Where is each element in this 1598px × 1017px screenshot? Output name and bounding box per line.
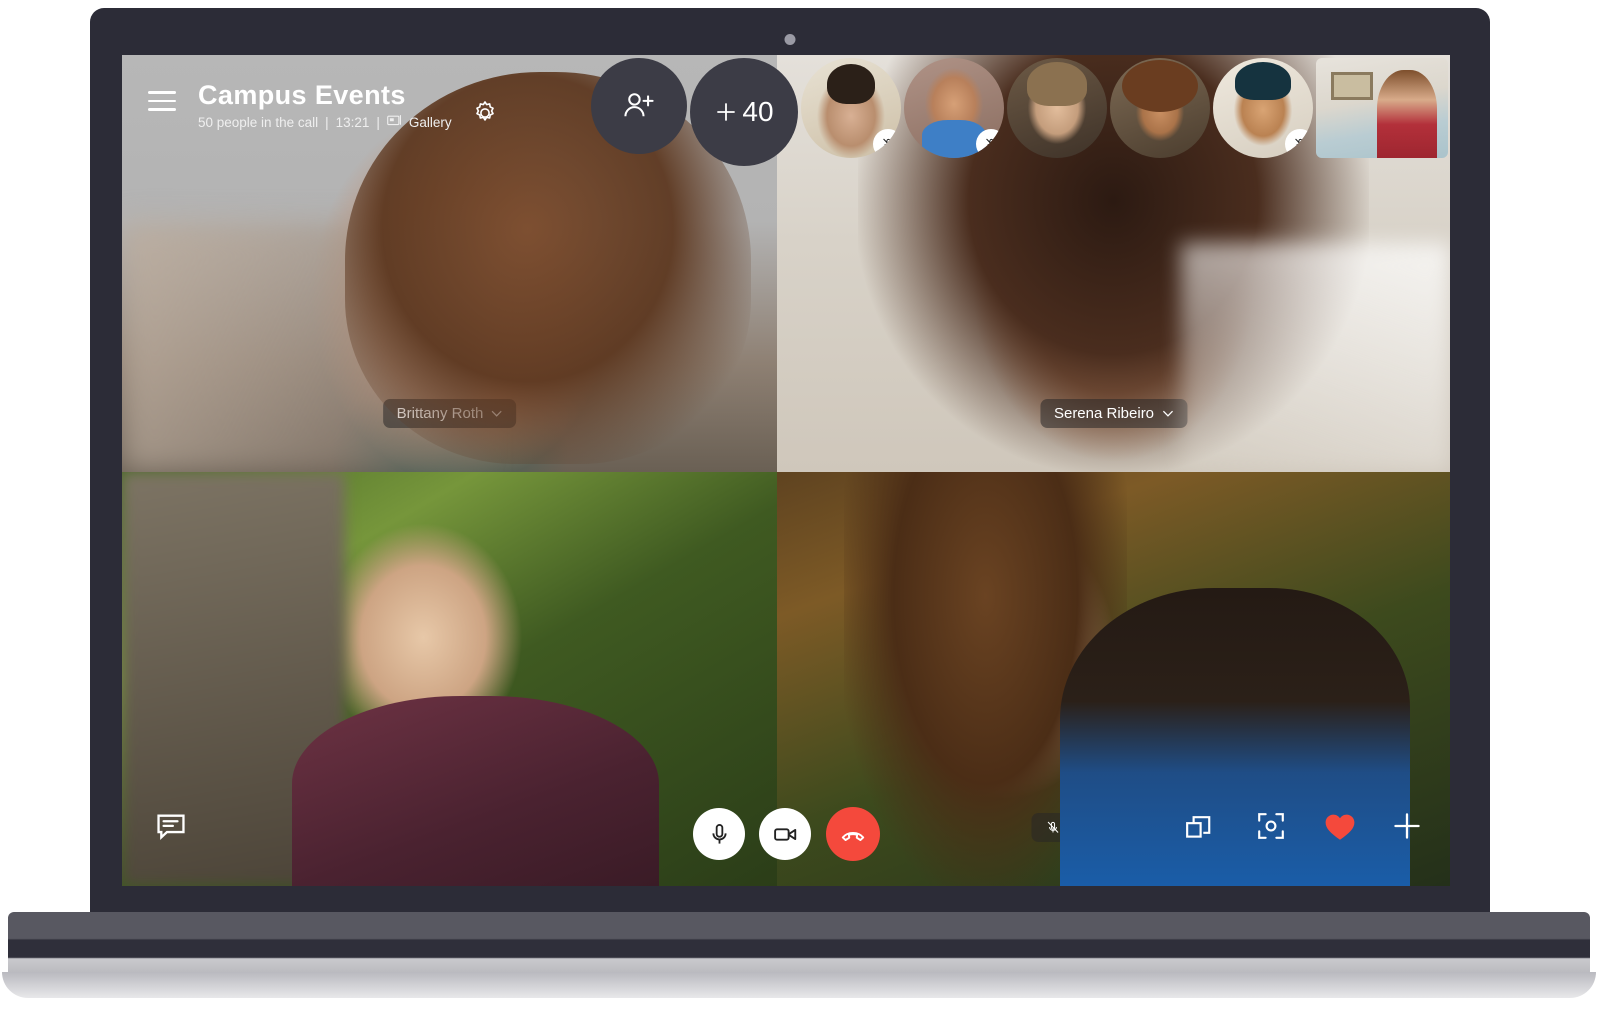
participant-thumbnail-3[interactable] bbox=[1007, 58, 1107, 158]
chat-button[interactable] bbox=[156, 812, 186, 842]
call-controls-bar bbox=[122, 806, 1450, 862]
laptop-foot bbox=[2, 972, 1596, 998]
overflow-participants-button[interactable]: 40 bbox=[690, 58, 798, 166]
screen-share-button[interactable] bbox=[1185, 814, 1213, 842]
camera-button[interactable] bbox=[759, 808, 811, 860]
video-camera-icon bbox=[773, 827, 796, 841]
video-grid: Brittany Roth Serena Ribeiro Aaron Buxto… bbox=[122, 55, 1450, 886]
screen-share-icon bbox=[1186, 816, 1211, 838]
add-person-button[interactable] bbox=[591, 58, 687, 154]
more-options-button[interactable] bbox=[1392, 811, 1422, 841]
microphone-icon bbox=[711, 823, 727, 844]
end-call-button[interactable] bbox=[826, 807, 880, 861]
participant-name: Brittany Roth bbox=[396, 405, 484, 422]
call-subtitle: 50 people in the call | 13:21 | Gallery bbox=[198, 114, 452, 130]
muted-mic-badge bbox=[1285, 129, 1313, 158]
snapshot-capture-icon bbox=[1258, 813, 1284, 839]
chat-bubble-icon bbox=[157, 814, 185, 841]
heart-reaction-icon bbox=[1325, 814, 1355, 840]
participant-thumbnail-4[interactable] bbox=[1110, 58, 1210, 158]
screenshot-root: Brittany Roth Serena Ribeiro Aaron Buxto… bbox=[0, 0, 1598, 1017]
name-chip-brittany[interactable]: Brittany Roth bbox=[382, 399, 517, 428]
participant-thumbnail-2[interactable] bbox=[904, 58, 1004, 158]
webcam-icon bbox=[784, 34, 796, 45]
chevron-down-icon[interactable] bbox=[491, 408, 502, 419]
chevron-down-icon[interactable] bbox=[1162, 408, 1173, 419]
overflow-count-label: 40 bbox=[742, 96, 774, 127]
page-title: Campus Events bbox=[198, 80, 406, 110]
snapshot-button[interactable] bbox=[1256, 811, 1286, 841]
subtitle-separator-1: | bbox=[325, 114, 329, 130]
name-chip-serena[interactable]: Serena Ribeiro bbox=[1039, 399, 1188, 428]
muted-mic-badge bbox=[976, 129, 1004, 158]
people-count-label: 50 people in the call bbox=[198, 114, 319, 130]
plus-icon bbox=[717, 103, 736, 121]
reaction-button[interactable] bbox=[1324, 812, 1356, 842]
subtitle-separator-2: | bbox=[376, 114, 380, 130]
call-duration: 13:21 bbox=[335, 114, 370, 130]
self-view-tile[interactable] bbox=[1316, 58, 1448, 158]
gear-icon[interactable] bbox=[472, 100, 498, 131]
view-mode-label[interactable]: Gallery bbox=[409, 115, 452, 130]
header-text-group: Campus Events 50 people in the call | 13… bbox=[198, 81, 452, 130]
participant-name: Serena Ribeiro bbox=[1053, 405, 1155, 422]
plus-icon bbox=[1394, 813, 1420, 839]
muted-mic-badge bbox=[873, 129, 901, 158]
add-person-icon bbox=[624, 93, 654, 117]
microphone-button[interactable] bbox=[693, 808, 745, 860]
gallery-grid-icon[interactable] bbox=[387, 114, 402, 130]
participant-strip: 40 bbox=[591, 58, 1448, 166]
participant-thumbnail-1[interactable] bbox=[801, 58, 901, 158]
hamburger-menu-icon[interactable] bbox=[148, 91, 176, 111]
app-screen: Brittany Roth Serena Ribeiro Aaron Buxto… bbox=[122, 55, 1450, 886]
end-call-icon bbox=[841, 831, 865, 841]
participant-thumbnail-5[interactable] bbox=[1213, 58, 1313, 158]
